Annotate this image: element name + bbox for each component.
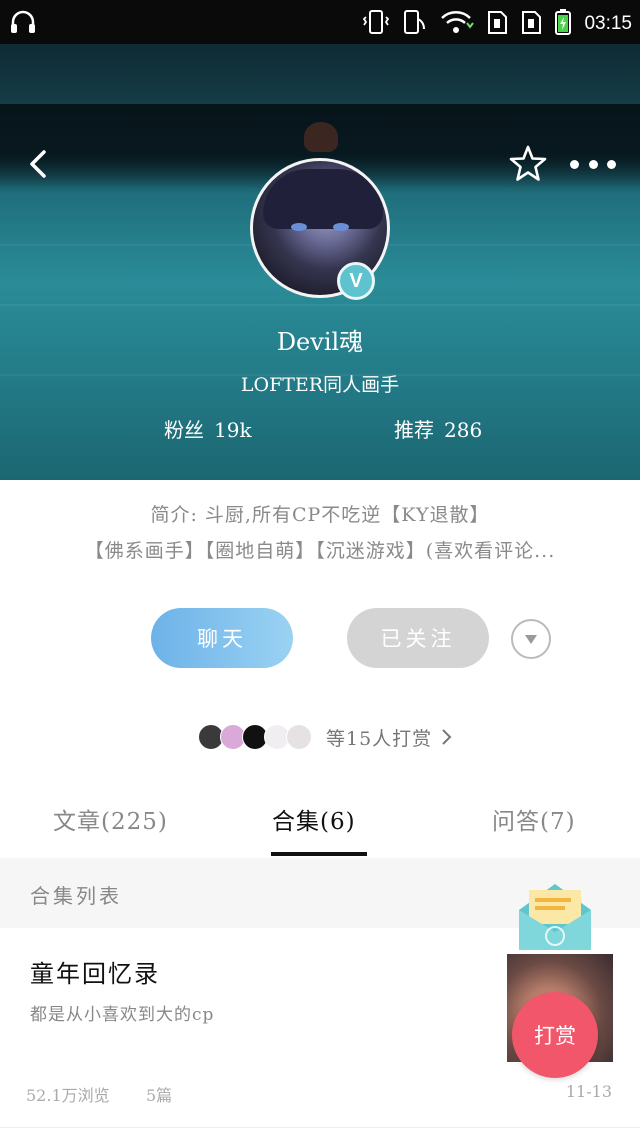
tab-articles[interactable]: 文章(225) <box>53 802 168 836</box>
bio-line-2[interactable]: 【佛系画手】【圈地自萌】【沉迷游戏】(喜欢看评论... <box>0 536 640 563</box>
battery-icon <box>554 8 572 40</box>
verified-badge-icon: V <box>337 262 375 300</box>
profile-header: V Devil魂 LOFTER同人画手 粉丝 19k 推荐 286 <box>0 44 640 480</box>
bio-line-1[interactable]: 简介: 斗厨,所有CP不吃逆【KY退散】 <box>0 500 640 527</box>
fans-label: 粉丝 <box>164 418 204 442</box>
status-bar: 03:15 <box>0 0 640 44</box>
sea-ripple <box>0 304 640 306</box>
tab-collections[interactable]: 合集(6) <box>272 802 356 836</box>
recommend-stat[interactable]: 推荐 286 <box>394 414 482 443</box>
fans-stat[interactable]: 粉丝 19k <box>164 414 252 443</box>
triangle-down-icon <box>525 635 537 644</box>
more-dot-icon <box>607 159 616 169</box>
avatar-eye <box>291 223 307 231</box>
back-arrow-icon <box>30 150 46 178</box>
username: Devil魂 <box>276 328 364 356</box>
more-dot-icon <box>570 159 579 169</box>
active-tab-indicator <box>271 852 367 856</box>
phone-call-icon <box>402 9 428 39</box>
envelope-icon <box>519 884 591 950</box>
collection-post-count: 5篇 <box>146 1086 173 1105</box>
user-title: LOFTER同人画手 <box>240 374 400 396</box>
chat-button[interactable]: 聊天 <box>151 608 293 668</box>
follow-button[interactable]: 已关注 <box>347 608 489 668</box>
vibrate-icon <box>362 9 390 39</box>
fans-value: 19k <box>214 418 252 442</box>
content-tabs: 文章(225) 合集(6) 问答(7) <box>0 790 640 858</box>
tip-button[interactable]: 打赏 <box>512 992 598 1078</box>
tippers-row[interactable]: 等15人打赏 <box>198 722 452 752</box>
tab-qa[interactable]: 问答(7) <box>492 802 576 836</box>
avatar-eye <box>333 223 349 231</box>
tippers-count: 等15人打赏 <box>326 727 433 750</box>
more-dot-icon <box>588 159 598 169</box>
recommend-value: 286 <box>444 418 483 442</box>
collection-title: 童年回忆录 <box>30 960 160 988</box>
back-button[interactable] <box>20 144 56 184</box>
favorite-button[interactable] <box>508 144 548 184</box>
avatar-hair <box>263 169 383 229</box>
sim1-signal-icon <box>486 9 508 39</box>
chevron-right-icon <box>442 729 452 745</box>
section-title: 合集列表 <box>30 884 122 908</box>
collection-date: 11-13 <box>565 1082 612 1101</box>
follow-options-button[interactable] <box>511 619 551 659</box>
headphones-icon <box>10 10 36 38</box>
status-time: 03:15 <box>584 13 632 34</box>
tipper-avatar <box>286 724 312 750</box>
collection-description: 都是从小喜欢到大的cp <box>30 1005 215 1025</box>
sim2-signal-icon <box>520 9 542 39</box>
header-background-figure <box>304 122 338 152</box>
recommend-label: 推荐 <box>394 418 434 442</box>
collection-views: 52.1万浏览 <box>26 1086 110 1105</box>
more-options-button[interactable] <box>570 146 616 182</box>
floating-mail-button[interactable] <box>515 876 595 956</box>
wifi-icon <box>440 9 475 39</box>
star-icon <box>509 145 547 181</box>
